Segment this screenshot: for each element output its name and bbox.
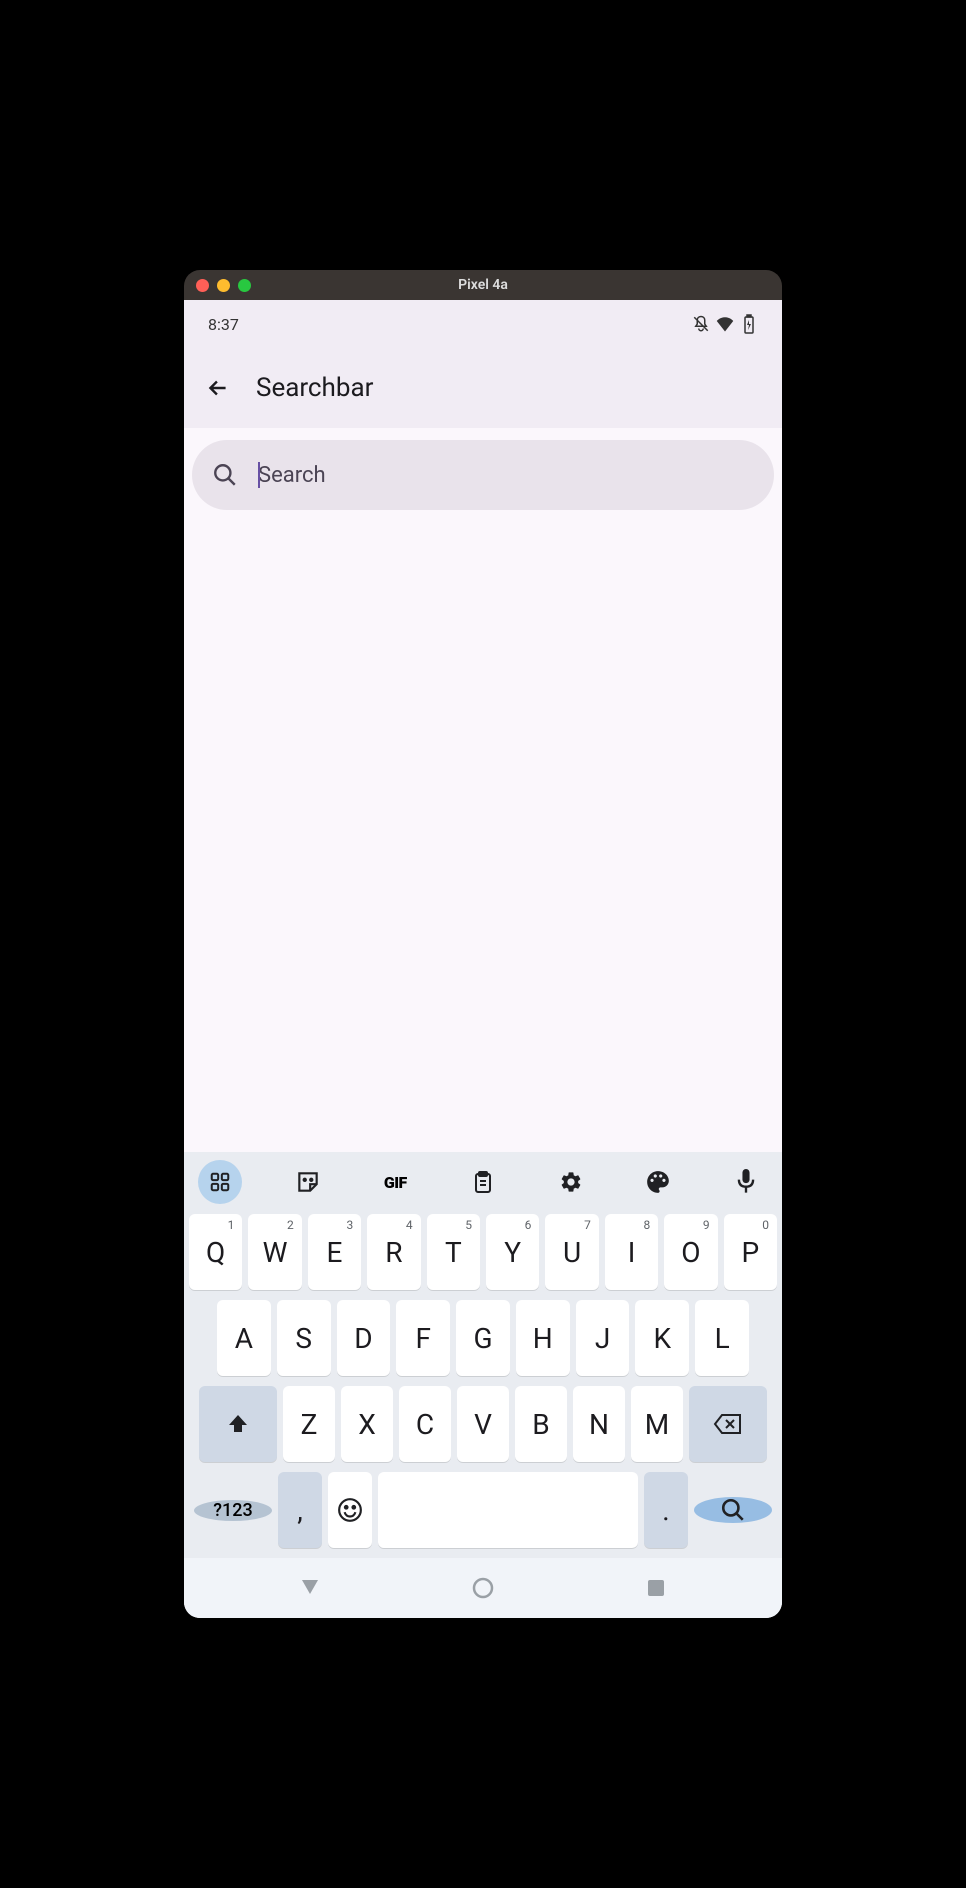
palette-icon[interactable] — [636, 1160, 680, 1204]
back-button[interactable] — [200, 370, 236, 406]
keyboard-row-bottom: ?123 , . — [189, 1472, 777, 1548]
key-e[interactable]: E3 — [308, 1214, 361, 1290]
key-t[interactable]: T5 — [427, 1214, 480, 1290]
period-key[interactable]: . — [644, 1472, 688, 1548]
status-icons — [692, 315, 758, 333]
key-y[interactable]: Y6 — [486, 1214, 539, 1290]
keyboard-toolbar: GIF — [184, 1152, 782, 1212]
settings-icon[interactable] — [549, 1160, 593, 1204]
phone-screen: 8:37 Searchbar — [184, 300, 782, 1618]
key-u[interactable]: U7 — [545, 1214, 598, 1290]
key-p[interactable]: P0 — [724, 1214, 777, 1290]
nav-home-button[interactable] — [458, 1563, 508, 1613]
wifi-icon — [716, 315, 734, 333]
window-titlebar: Pixel 4a — [184, 270, 782, 300]
traffic-lights — [196, 279, 251, 292]
soft-keyboard: GIF Q1 W2 E3 R — [184, 1152, 782, 1618]
window-title: Pixel 4a — [458, 277, 508, 293]
key-f[interactable]: F — [396, 1300, 450, 1376]
keyboard-row-3: Z X C V B N M — [189, 1386, 777, 1462]
maximize-window-button[interactable] — [238, 279, 251, 292]
close-window-button[interactable] — [196, 279, 209, 292]
minimize-window-button[interactable] — [217, 279, 230, 292]
key-k[interactable]: K — [635, 1300, 689, 1376]
search-input[interactable] — [258, 463, 754, 488]
search-icon — [212, 462, 238, 488]
search-bar[interactable] — [192, 440, 774, 510]
key-s[interactable]: S — [277, 1300, 331, 1376]
key-o[interactable]: O9 — [664, 1214, 717, 1290]
shift-key[interactable] — [199, 1386, 277, 1462]
key-i[interactable]: I8 — [605, 1214, 658, 1290]
text-cursor — [258, 462, 260, 488]
search-container — [184, 428, 782, 510]
backspace-key[interactable] — [689, 1386, 767, 1462]
space-key[interactable] — [378, 1472, 638, 1548]
do-not-disturb-icon — [692, 315, 710, 333]
android-nav-bar — [184, 1558, 782, 1618]
key-n[interactable]: N — [573, 1386, 625, 1462]
emulator-window: Pixel 4a 8:37 Searchbar — [184, 270, 782, 1618]
comma-key[interactable]: , — [278, 1472, 322, 1548]
key-v[interactable]: V — [457, 1386, 509, 1462]
keyboard-apps-icon[interactable] — [198, 1160, 242, 1204]
keyboard-row-1: Q1 W2 E3 R4 T5 Y6 U7 I8 O9 P0 — [189, 1214, 777, 1290]
gif-button[interactable]: GIF — [373, 1160, 417, 1204]
keyboard-row-2: A S D F G H J K L — [189, 1300, 777, 1376]
key-c[interactable]: C — [399, 1386, 451, 1462]
key-l[interactable]: L — [695, 1300, 749, 1376]
battery-icon — [740, 315, 758, 333]
search-action-key[interactable] — [694, 1497, 772, 1523]
key-d[interactable]: D — [337, 1300, 391, 1376]
key-r[interactable]: R4 — [367, 1214, 420, 1290]
key-h[interactable]: H — [516, 1300, 570, 1376]
emoji-key[interactable] — [328, 1472, 372, 1548]
key-w[interactable]: W2 — [248, 1214, 301, 1290]
key-q[interactable]: Q1 — [189, 1214, 242, 1290]
key-j[interactable]: J — [576, 1300, 630, 1376]
clipboard-icon[interactable] — [461, 1160, 505, 1204]
page-title: Searchbar — [256, 373, 373, 403]
content-area — [184, 510, 782, 1152]
key-g[interactable]: G — [456, 1300, 510, 1376]
key-m[interactable]: M — [631, 1386, 683, 1462]
app-header: Searchbar — [184, 348, 782, 428]
microphone-icon[interactable] — [724, 1160, 768, 1204]
sticker-icon[interactable] — [286, 1160, 330, 1204]
key-b[interactable]: B — [515, 1386, 567, 1462]
key-a[interactable]: A — [217, 1300, 271, 1376]
nav-back-button[interactable] — [285, 1563, 335, 1613]
symbols-toggle-key[interactable]: ?123 — [194, 1500, 272, 1521]
key-x[interactable]: X — [341, 1386, 393, 1462]
status-time: 8:37 — [208, 315, 239, 334]
key-z[interactable]: Z — [283, 1386, 335, 1462]
android-status-bar: 8:37 — [184, 300, 782, 348]
nav-recents-button[interactable] — [631, 1563, 681, 1613]
